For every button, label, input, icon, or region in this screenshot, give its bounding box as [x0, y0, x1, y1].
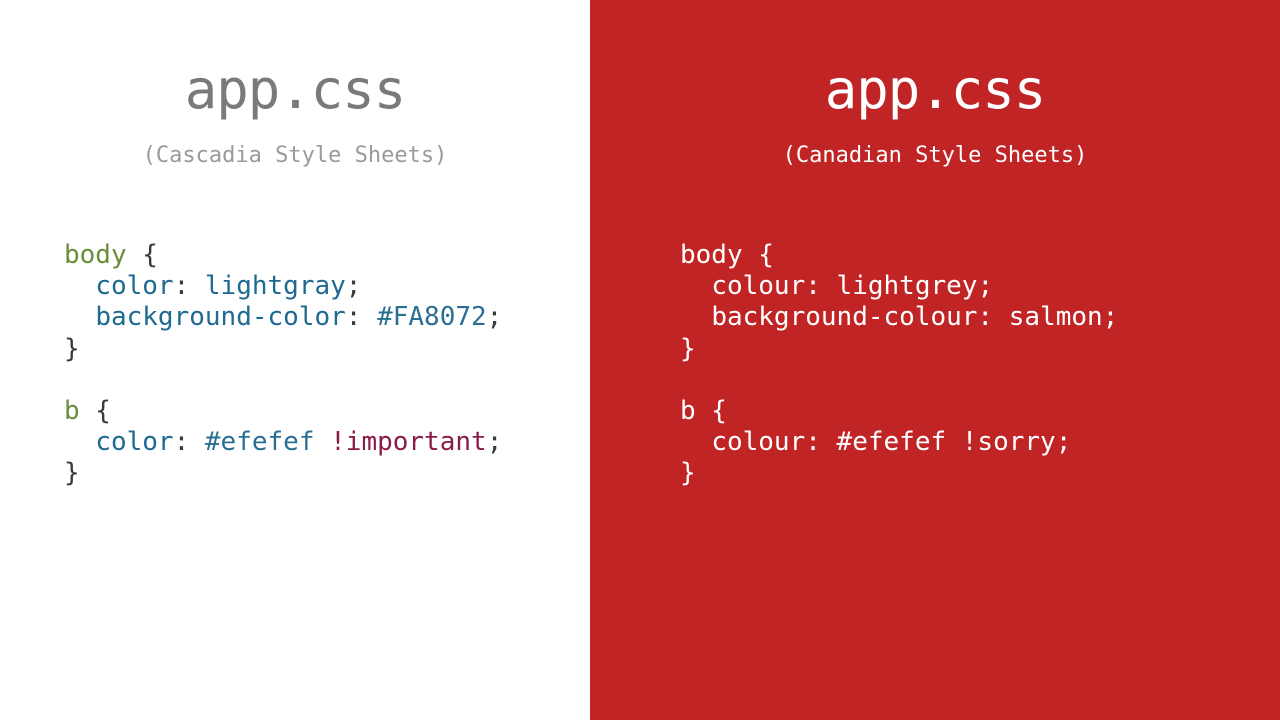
colon: : — [174, 427, 205, 457]
right-panel: app.css (Canadian Style Sheets) body { c… — [590, 0, 1280, 720]
selector-b: b — [64, 396, 80, 426]
brace: { — [696, 396, 727, 426]
semicolon: ; — [1103, 302, 1119, 332]
semicolon: ; — [977, 271, 993, 301]
value-lightgray: lightgray — [205, 271, 346, 301]
semicolon: ; — [487, 427, 503, 457]
value-efefef: #efefef — [837, 427, 947, 457]
semicolon: ; — [346, 271, 362, 301]
bang-important: !important — [330, 427, 487, 457]
right-code-block: body { colour: lightgrey; background-col… — [680, 240, 1280, 490]
colon: : — [174, 271, 205, 301]
selector-body: body — [680, 240, 743, 270]
prop-color: color — [95, 271, 173, 301]
left-panel: app.css (Cascadia Style Sheets) body { c… — [0, 0, 590, 720]
prop-background-color: background-color — [95, 302, 345, 332]
brace-close: } — [680, 458, 696, 488]
right-subtitle: (Canadian Style Sheets) — [590, 143, 1280, 168]
colon: : — [977, 302, 1008, 332]
semicolon: ; — [487, 302, 503, 332]
brace-close: } — [680, 334, 696, 364]
left-code-block: body { color: lightgray; background-colo… — [64, 240, 590, 490]
prop-colour-b: colour — [711, 427, 805, 457]
value-salmon: salmon — [1009, 302, 1103, 332]
right-title: app.css — [590, 58, 1280, 121]
left-subtitle: (Cascadia Style Sheets) — [0, 143, 590, 168]
selector-b: b — [680, 396, 696, 426]
selector-body: body — [64, 240, 127, 270]
brace: { — [80, 396, 111, 426]
value-hex: #FA8072 — [377, 302, 487, 332]
value-efefef: #efefef — [205, 427, 315, 457]
prop-background-colour: background-colour — [711, 302, 977, 332]
prop-color-b: color — [95, 427, 173, 457]
colon: : — [805, 427, 836, 457]
value-lightgrey: lightgrey — [837, 271, 978, 301]
brace: { — [743, 240, 774, 270]
brace-close: } — [64, 458, 80, 488]
colon: : — [346, 302, 377, 332]
semicolon: ; — [1056, 427, 1072, 457]
brace-close: } — [64, 334, 80, 364]
brace: { — [127, 240, 158, 270]
prop-colour: colour — [711, 271, 805, 301]
left-title: app.css — [0, 58, 590, 121]
colon: : — [805, 271, 836, 301]
bang-sorry: !sorry — [962, 427, 1056, 457]
